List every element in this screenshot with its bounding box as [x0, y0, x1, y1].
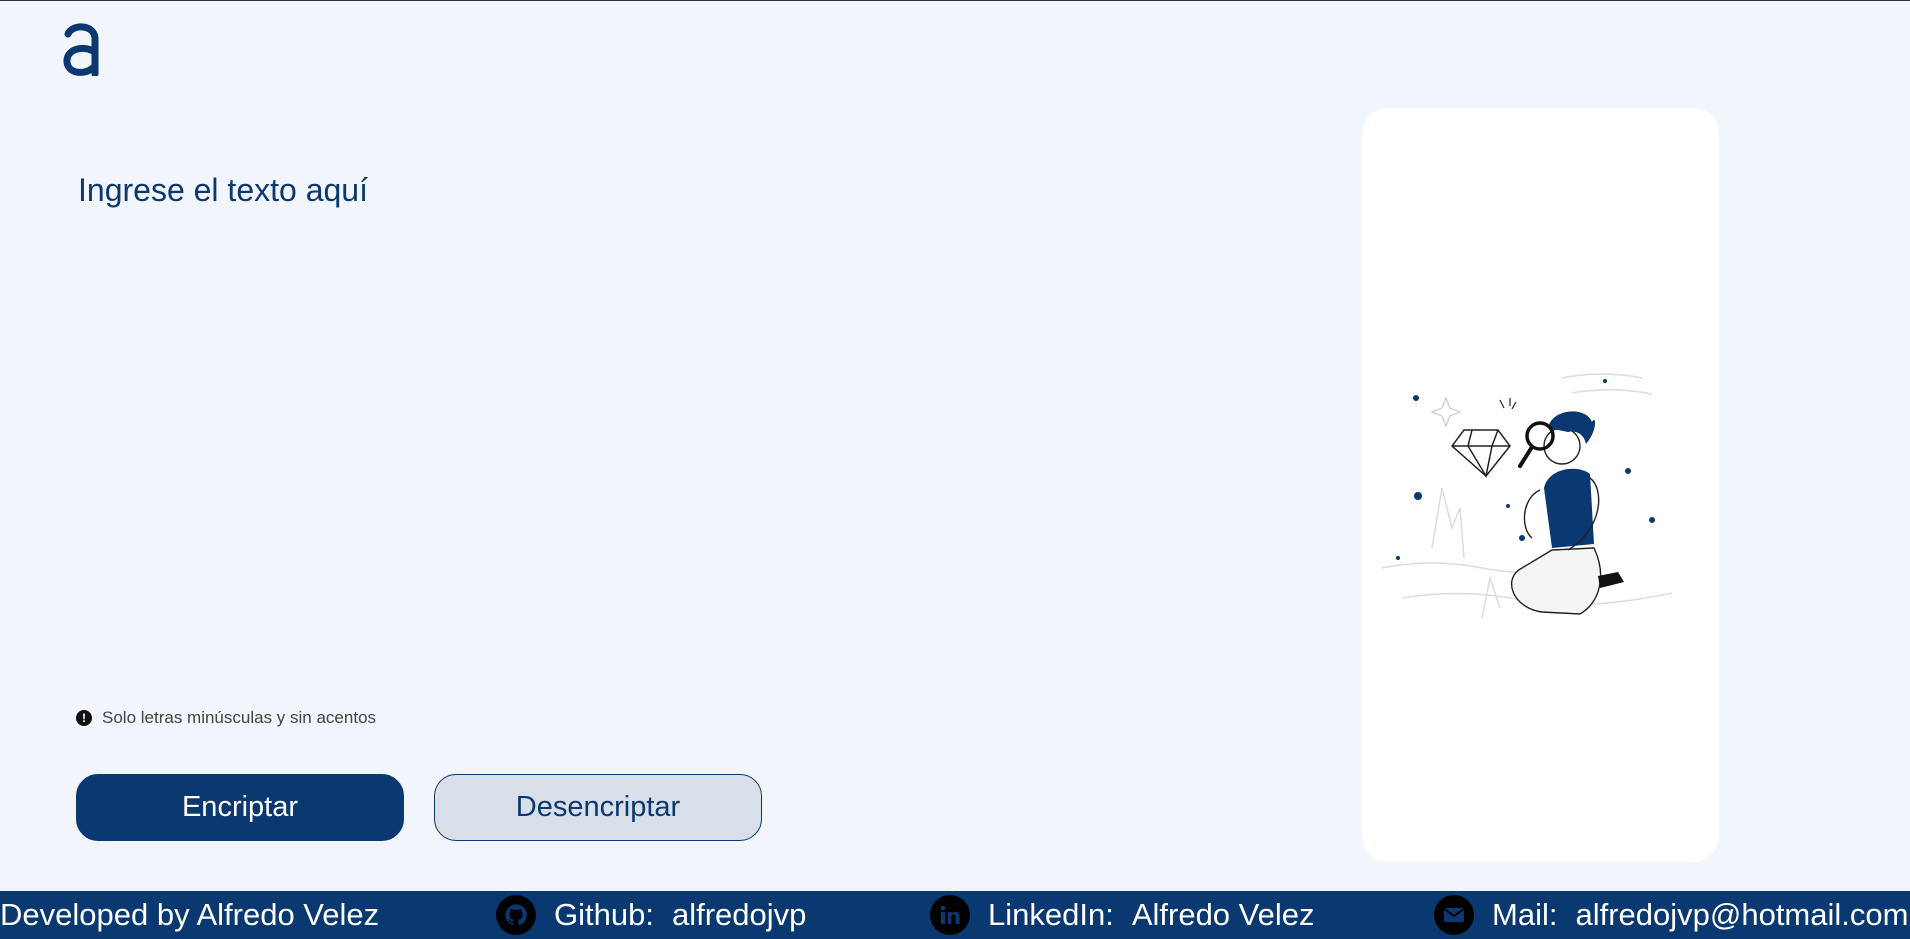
mail-label: Mail: [1492, 897, 1558, 932]
github-label: Github: [554, 897, 654, 932]
brand-a-logo[interactable] [62, 20, 102, 76]
hint-text: Solo letras minúsculas y sin acentos [102, 708, 377, 727]
github-value[interactable]: alfredojvp [672, 897, 806, 933]
input-hint: ! Solo letras minúsculas y sin acentos [76, 708, 376, 728]
encrypt-button[interactable]: Encriptar [76, 774, 404, 841]
linkedin-label: LinkedIn: [988, 897, 1114, 932]
footer-linkedin[interactable]: LinkedIn: Alfredo Velez [930, 891, 1315, 939]
mail-value[interactable]: alfredojvp@hotmail.com [1575, 897, 1908, 933]
output-card [1362, 108, 1719, 862]
exclamation-circle-icon: ! [76, 710, 92, 726]
linkedin-value[interactable]: Alfredo Velez [1132, 897, 1315, 933]
footer-developer: Developed by Alfredo Velez [0, 891, 379, 939]
mail-icon[interactable] [1434, 895, 1474, 935]
footer-github[interactable]: Github: alfredojvp [496, 891, 806, 939]
developer-credit: Developed by Alfredo Velez [0, 897, 380, 932]
footer: Developed by Alfredo Velez Github: alfre… [0, 891, 1910, 939]
footer-mail[interactable]: Mail: alfredojvp@hotmail.com [1434, 891, 1908, 939]
linkedin-icon[interactable] [930, 895, 970, 935]
github-icon[interactable] [496, 895, 536, 935]
top-border [0, 0, 1910, 1]
text-input[interactable] [60, 160, 1240, 680]
person-searching-diamond-illustration [1381, 373, 1673, 619]
decrypt-button[interactable]: Desencriptar [434, 774, 762, 841]
